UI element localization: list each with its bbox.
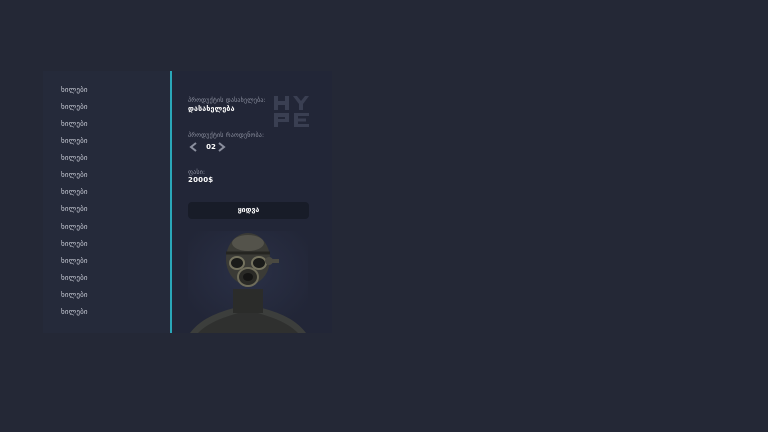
product-name-value: დასახელება bbox=[188, 105, 235, 113]
list-item[interactable]: ხილები bbox=[61, 238, 88, 250]
list-item[interactable]: ხილები bbox=[61, 289, 88, 301]
price-value: 2000$ bbox=[188, 176, 214, 184]
list-item[interactable]: ხილები bbox=[61, 169, 88, 181]
price-label: ფასი: bbox=[188, 169, 206, 176]
list-item[interactable]: ხილები bbox=[61, 272, 88, 284]
product-name-label: პროდუქტის დასახელება: bbox=[188, 97, 266, 104]
list-item[interactable]: ხილები bbox=[61, 203, 88, 215]
list-item[interactable]: ხილები bbox=[61, 255, 88, 267]
list-item[interactable]: ხილები bbox=[61, 135, 88, 147]
list-item[interactable]: ხილები bbox=[61, 101, 88, 113]
chevron-left-icon[interactable] bbox=[188, 141, 200, 153]
list-item[interactable]: ხილები bbox=[61, 152, 88, 164]
quantity-stepper: 02 bbox=[188, 141, 238, 153]
gas-mask-figure-image bbox=[188, 231, 308, 333]
category-list: ხილები ხილები ხილები ხილები ხილები ხილებ… bbox=[43, 71, 170, 333]
hype-logo bbox=[274, 96, 309, 127]
list-item[interactable]: ხილები bbox=[61, 221, 88, 233]
shop-panel: ხილები ხილები ხილები ხილები ხილები ხილებ… bbox=[43, 71, 332, 333]
list-item[interactable]: ხილები bbox=[61, 306, 88, 318]
chevron-right-icon[interactable] bbox=[215, 141, 227, 153]
accent-divider bbox=[170, 71, 172, 333]
list-item[interactable]: ხილები bbox=[61, 186, 88, 198]
list-item[interactable]: ხილები bbox=[61, 118, 88, 130]
quantity-label: პროდუქტის რაოდენობა: bbox=[188, 132, 265, 139]
buy-button[interactable]: ყიდვა bbox=[188, 202, 309, 219]
list-item[interactable]: ხილები bbox=[61, 84, 88, 96]
